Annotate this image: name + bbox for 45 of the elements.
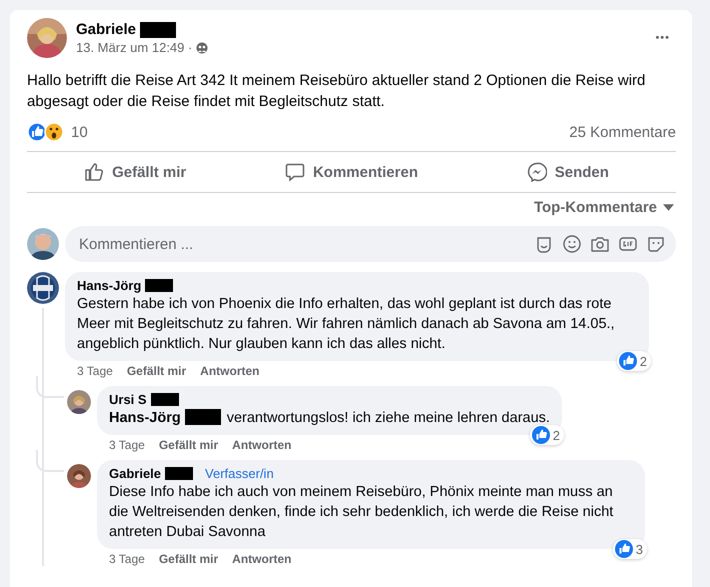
thumbs-up-icon [84, 162, 104, 182]
action-button[interactable]: Senden [460, 152, 676, 192]
comment-time[interactable]: 3 Tage [77, 364, 113, 378]
comment-text: Diese Info habe ich auch von meinem Reisebüro, Phönix meinte man muss an die Weltreisenden denken, finde ich sehr bedenklich, ich werde die Reise nicht antreten Dubai Savonna [109, 484, 614, 540]
author-label: Verfasser/in [205, 466, 274, 481]
commenter-name[interactable]: Ursi S [109, 392, 147, 407]
friends-icon [196, 42, 208, 54]
comment-time[interactable]: 3 Tage [109, 552, 145, 566]
like-icon [618, 352, 637, 370]
more-button[interactable]: ••• [655, 18, 676, 44]
speech-bubble-icon [284, 162, 305, 182]
reaction-badge[interactable]: 3 [612, 539, 647, 559]
mention-link[interactable]: Hans-Jörg [109, 410, 181, 426]
reply-link[interactable]: Antworten [232, 438, 292, 452]
comment-text: verantwortungslos! ich ziehe meine lehren daraus. [226, 410, 550, 426]
thread-connector [36, 450, 64, 472]
reaction-badge[interactable]: 2 [530, 425, 564, 445]
redaction-bar [184, 409, 221, 425]
sort-dropdown[interactable]: Top-Kommentare [532, 197, 676, 218]
post-text: Hallo betrifft die Reise Art 342 It meinem Reisebüro aktueller stand 2 Optionen die Reise wird abgesagt oder die Reise findet mit Begleitschutz statt. [27, 71, 646, 112]
comment-count[interactable]: 25 Kommentare [569, 124, 676, 140]
like-icon [532, 426, 550, 444]
commenter-name[interactable]: Gabriele [109, 466, 162, 481]
like-icon [614, 540, 633, 558]
reply-link[interactable]: Antworten [200, 364, 260, 378]
thread-connector [36, 376, 64, 398]
messenger-icon [526, 162, 547, 182]
author-name[interactable]: Gabriele [76, 21, 136, 38]
caret-icon [663, 204, 674, 211]
like-link[interactable]: Gefällt mir [126, 364, 186, 378]
like-link[interactable]: Gefällt mir [158, 552, 218, 566]
comment-text: Gestern habe ich von Phoenix die Info erhalten, das wohl geplant ist durch das rote Meer mit Begleitschutz zu fahren. Wir fahren nämlich danach ab Savona am 14.05., angeblich pünktlich. Nur glauben kann ich das alles nicht. [77, 295, 616, 354]
reply-link[interactable]: Antworten [232, 552, 292, 566]
commenter-name[interactable]: Hans-Jörg [77, 278, 142, 293]
post-time[interactable]: 13. März um 12:49 · [76, 40, 192, 55]
action-button[interactable]: Gefällt mir [27, 152, 244, 192]
reaction-count[interactable]: 10 [71, 124, 88, 140]
action-button[interactable]: Kommentieren [243, 152, 460, 192]
emoji-icon[interactable] [562, 234, 582, 254]
comment-time[interactable]: 3 Tage [109, 438, 145, 452]
comment-field[interactable]: Kommentieren ... [65, 226, 676, 262]
reaction-badge[interactable]: 2 [616, 351, 651, 371]
like-link[interactable]: Gefällt mir [158, 438, 218, 452]
comment-input[interactable]: Kommentieren ... [77, 234, 526, 254]
reactions-icon [27, 122, 65, 142]
